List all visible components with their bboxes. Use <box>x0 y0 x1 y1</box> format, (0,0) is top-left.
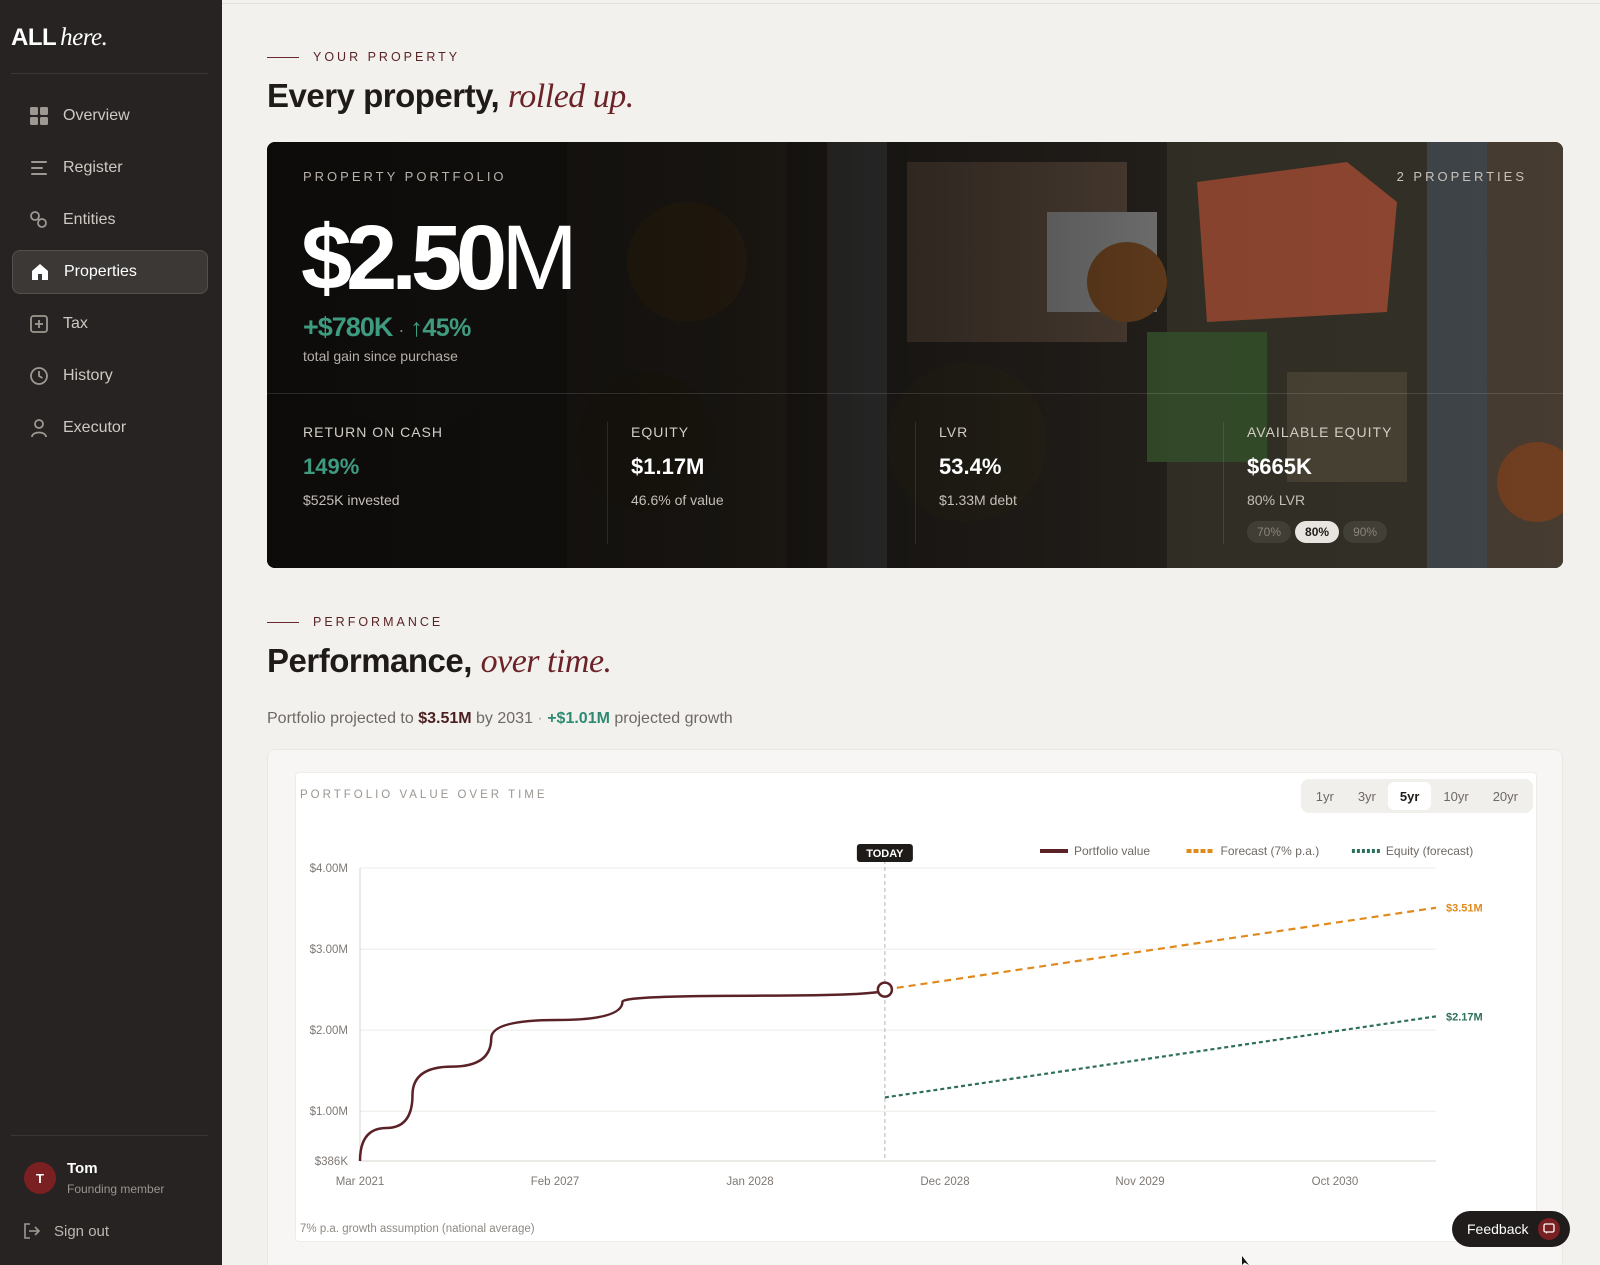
sidebar-item-label: Overview <box>63 107 130 124</box>
performance-subtitle: Portfolio projected to $3.51M by 2031 · … <box>267 710 733 727</box>
mouse-cursor-icon <box>1242 1256 1249 1265</box>
series-end-label: $2.17M <box>1446 1011 1483 1023</box>
total-gain-caption: total gain since purchase <box>303 348 458 364</box>
list-icon <box>29 158 49 178</box>
sidebar-item-label: Register <box>63 159 123 176</box>
performance-eyebrow: PERFORMANCE <box>267 615 443 629</box>
user-profile[interactable]: T Tom Founding member <box>24 1160 164 1196</box>
series-end-label: $3.51M <box>1446 903 1483 915</box>
x-tick-label: Mar 2021 <box>336 1176 385 1188</box>
sidebar-item-label: Properties <box>64 263 137 280</box>
series-line-0 <box>358 988 887 1162</box>
avatar: T <box>24 1162 56 1194</box>
sign-out-label: Sign out <box>54 1222 110 1240</box>
user-role: Founding member <box>67 1182 165 1196</box>
y-tick-label: $1.00M <box>310 1106 348 1118</box>
lvr-selector: 70% 80% 90% <box>1247 521 1392 543</box>
y-tick-label: $2.00M <box>310 1025 348 1037</box>
portfolio-hero-card: PROPERTY PORTFOLIO 2 PROPERTIES $2.50M +… <box>267 142 1563 568</box>
sign-out-button[interactable]: Sign out <box>22 1221 109 1241</box>
x-tick-label: Dec 2028 <box>920 1176 969 1188</box>
legend-item: Forecast (7% p.a.) <box>1221 844 1320 858</box>
sidebar-item-overview[interactable]: Overview <box>12 94 208 138</box>
feedback-label: Feedback <box>1467 1221 1529 1237</box>
stat-available-equity: AVAILABLE EQUITY $665K 80% LVR 70% 80% 9… <box>1247 424 1392 543</box>
y-tick-label: $3.00M <box>310 944 348 956</box>
chart-footnote: 7% p.a. growth assumption (national aver… <box>300 1223 535 1235</box>
sidebar-item-label: Executor <box>63 419 127 436</box>
sidebar-item-label: Tax <box>63 315 88 332</box>
performance-heading: Performance, over time. <box>267 642 612 680</box>
stat-equity: EQUITY $1.17M 46.6% of value <box>631 424 724 508</box>
sidebar-item-history[interactable]: History <box>12 354 208 398</box>
sidebar-nav: Overview Register Entities Properties Ta… <box>12 94 208 458</box>
chat-icon <box>1538 1218 1561 1240</box>
top-divider <box>222 3 1600 4</box>
today-label: TODAY <box>866 848 904 860</box>
legend-item: Portfolio value <box>1074 844 1150 858</box>
sidebar: ALLhere. Overview Register Entities Pro <box>0 0 222 1265</box>
grid-icon <box>29 106 49 126</box>
sidebar-item-register[interactable]: Register <box>12 146 208 190</box>
sidebar-item-label: Entities <box>63 211 116 228</box>
app-logo[interactable]: ALL here. <box>11 24 108 52</box>
user-name: Tom <box>67 1160 98 1177</box>
property-heading: Every property, rolled up. <box>267 77 634 115</box>
sidebar-divider <box>11 73 208 74</box>
sidebar-item-tax[interactable]: Tax <box>12 302 208 346</box>
stat-return-on-cash: RETURN ON CASH 149% $525K invested <box>303 424 444 508</box>
x-tick-label: Oct 2030 <box>1312 1176 1359 1188</box>
main-content: YOUR PROPERTY Every property, rolled up. <box>222 0 1600 1265</box>
portfolio-value: $2.50M <box>301 207 578 309</box>
property-eyebrow: YOUR PROPERTY <box>267 50 460 64</box>
stat-lvr: LVR 53.4% $1.33M debt <box>939 424 1017 508</box>
sidebar-item-properties[interactable]: Properties <box>12 250 208 294</box>
series-line-2 <box>884 1015 1437 1099</box>
sidebar-item-executor[interactable]: Executor <box>12 406 208 450</box>
portfolio-line-chart: $386K $1.00M $2.00M $3.00M $4.00M Mar 2021 Feb… <box>310 844 1483 1188</box>
chart-container: PORTFOLIO VALUE OVER TIME 1yr 3yr 5yr 10… <box>267 749 1563 1265</box>
feedback-button[interactable]: Feedback <box>1452 1211 1571 1247</box>
sidebar-item-label: History <box>63 367 113 384</box>
x-tick-label: Nov 2029 <box>1115 1176 1164 1188</box>
today-point <box>876 981 894 998</box>
person-icon <box>29 418 49 438</box>
x-tick-label: Jan 2028 <box>726 1176 773 1188</box>
portfolio-label: PROPERTY PORTFOLIO <box>303 169 507 184</box>
lvr-option-80[interactable]: 80% <box>1295 521 1340 543</box>
property-count: 2 PROPERTIES <box>1396 169 1527 184</box>
legend-item: Equity (forecast) <box>1386 844 1473 858</box>
link-icon <box>29 210 49 230</box>
lvr-option-70[interactable]: 70% <box>1247 521 1292 543</box>
total-gain: +$780K · ↑45% <box>303 312 471 342</box>
y-tick-label: $4.00M <box>310 863 348 875</box>
sidebar-item-entities[interactable]: Entities <box>12 198 208 242</box>
sidebar-divider <box>11 1135 208 1136</box>
plus-square-icon <box>29 314 49 334</box>
x-tick-label: Feb 2027 <box>531 1176 580 1188</box>
home-icon <box>30 262 50 282</box>
sign-out-icon <box>24 1223 41 1239</box>
lvr-option-90[interactable]: 90% <box>1343 521 1388 543</box>
portfolio-chart-card: PORTFOLIO VALUE OVER TIME 1yr 3yr 5yr 10… <box>295 772 1537 1242</box>
y-tick-label: $386K <box>315 1156 349 1168</box>
clock-icon <box>29 366 49 386</box>
